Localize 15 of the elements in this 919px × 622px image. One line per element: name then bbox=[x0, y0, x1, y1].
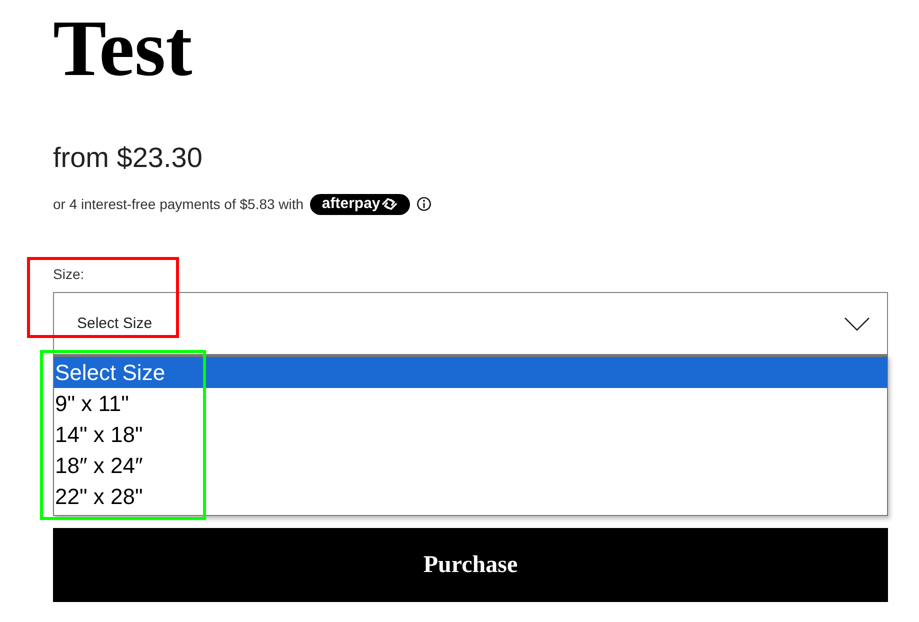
product-title: Test bbox=[53, 9, 192, 89]
size-option[interactable]: Select Size bbox=[54, 357, 887, 388]
chevron-icon bbox=[844, 316, 870, 330]
installment-text: or 4 interest-free payments of $5.83 with bbox=[53, 196, 304, 212]
size-option[interactable]: 18″ x 24″ bbox=[54, 450, 887, 481]
purchase-button[interactable]: Purchase bbox=[53, 528, 888, 602]
size-option[interactable]: 9" x 11" bbox=[54, 388, 887, 419]
size-option[interactable]: 22" x 28" bbox=[54, 481, 887, 512]
size-option[interactable]: 14" x 18" bbox=[54, 419, 887, 450]
size-label: Size: bbox=[53, 265, 84, 283]
arrows-icon bbox=[382, 198, 398, 210]
logo-text: afterpay bbox=[322, 195, 380, 213]
size-select[interactable]: Select Size bbox=[53, 292, 888, 355]
info-icon[interactable] bbox=[416, 197, 431, 211]
price-text: from $23.30 bbox=[53, 141, 202, 175]
